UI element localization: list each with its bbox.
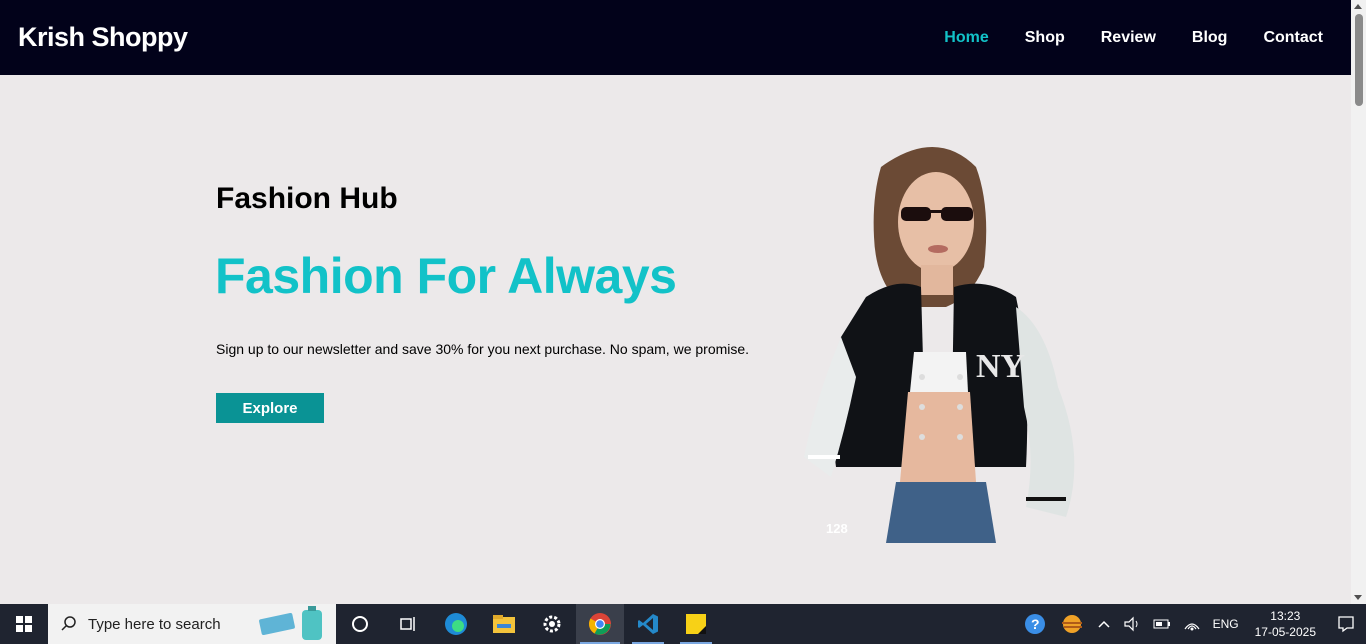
battery-button[interactable] (1153, 618, 1171, 630)
nav-review[interactable]: Review (1101, 29, 1156, 47)
vscode-button[interactable] (624, 604, 672, 644)
hero-section: Fashion Hub Fashion For Always Sign up t… (0, 75, 1351, 604)
system-tray: ? ENG 13:23 17-05-2025 (1017, 604, 1366, 644)
settings-button[interactable] (528, 604, 576, 644)
hero-title: Fashion For Always (215, 248, 677, 304)
page-scrollbar[interactable] (1351, 0, 1366, 604)
clock[interactable]: 13:23 17-05-2025 (1255, 608, 1316, 640)
start-button[interactable] (0, 604, 48, 644)
cortana-icon (352, 616, 368, 632)
vscode-icon (638, 614, 658, 634)
brand-logo[interactable]: Krish Shoppy (18, 22, 188, 53)
weather-tray-button[interactable] (1059, 612, 1085, 636)
help-tray-button[interactable]: ? (1023, 612, 1047, 636)
task-view-icon (400, 617, 415, 631)
scroll-down-icon[interactable] (1354, 595, 1362, 600)
chrome-icon (589, 613, 611, 635)
image-badge: 128 (826, 521, 848, 536)
site-header: Krish Shoppy Home Shop Review Blog Conta… (0, 0, 1351, 75)
svg-text:NY: NY (976, 348, 1025, 385)
chrome-button[interactable] (576, 604, 624, 644)
clock-date: 17-05-2025 (1254, 625, 1316, 639)
nav-blog[interactable]: Blog (1192, 29, 1228, 47)
help-icon: ? (1024, 614, 1045, 634)
wifi-icon (1184, 623, 1200, 631)
network-button[interactable] (1183, 617, 1201, 631)
edge-button[interactable] (432, 604, 480, 644)
svg-text:?: ? (1031, 616, 1040, 632)
taskbar-search[interactable]: Type here to search (48, 604, 336, 644)
main-nav: Home Shop Review Blog Contact (908, 29, 1323, 47)
nav-contact[interactable]: Contact (1263, 29, 1323, 47)
weather-icon (1061, 615, 1082, 633)
cortana-button[interactable] (336, 604, 384, 644)
battery-icon (1153, 619, 1170, 629)
hero-subtitle: Fashion Hub (216, 182, 398, 215)
language-indicator[interactable]: ENG (1213, 617, 1239, 631)
model-image: NY (804, 147, 1075, 543)
scroll-up-icon[interactable] (1354, 4, 1362, 9)
nav-home[interactable]: Home (944, 29, 988, 47)
sticky-notes-button[interactable] (672, 604, 720, 644)
file-explorer-icon (493, 615, 515, 633)
edge-icon (445, 613, 467, 635)
settings-icon (543, 615, 561, 633)
nav-shop[interactable]: Shop (1025, 29, 1065, 47)
volume-button[interactable] (1123, 616, 1141, 632)
search-placeholder: Type here to search (88, 615, 221, 633)
windows-taskbar: Type here to search ? ENG 13:23 17-05-20… (0, 604, 1366, 644)
chevron-up-icon (1098, 620, 1110, 628)
task-view-button[interactable] (384, 604, 432, 644)
search-icon (61, 616, 76, 631)
scroll-thumb[interactable] (1355, 14, 1363, 106)
notification-button[interactable] (1326, 604, 1366, 644)
clock-time: 13:23 (1270, 609, 1301, 623)
volume-icon (1123, 616, 1138, 632)
explore-button[interactable]: Explore (216, 393, 324, 423)
file-explorer-button[interactable] (480, 604, 528, 644)
hero-text: Sign up to our newsletter and save 30% f… (216, 341, 750, 357)
notification-icon (1338, 616, 1354, 633)
sticky-notes-icon (686, 614, 706, 634)
windows-logo-icon (16, 616, 32, 632)
travel-icon (259, 606, 322, 640)
show-hidden-icons[interactable] (1097, 619, 1111, 629)
